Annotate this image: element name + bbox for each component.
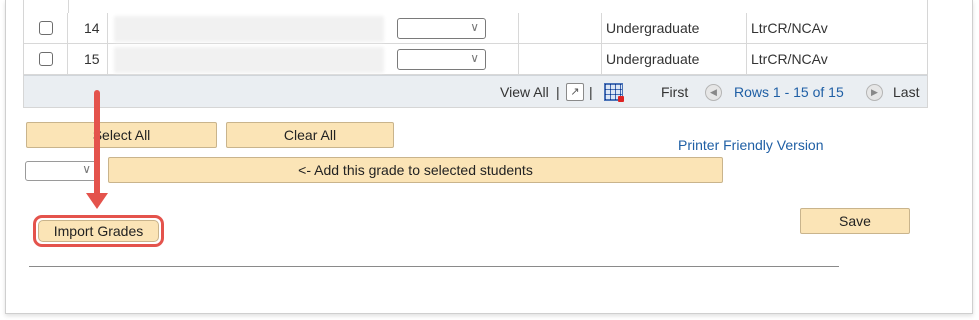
rows-range: Rows 1 - 15 of 15 xyxy=(734,84,844,100)
chevron-down-icon: ∨ xyxy=(470,51,479,65)
grading-basis: LtrCR/NCAv xyxy=(751,20,828,36)
page-frame: 14 ∨ Undergraduate LtrCR/NCAv 15 ∨ Under… xyxy=(5,0,973,314)
table-row: 15 ∨ Undergraduate LtrCR/NCAv xyxy=(24,44,927,75)
chevron-down-icon: ∨ xyxy=(82,162,91,176)
grade-select[interactable]: ∨ xyxy=(397,18,486,39)
separator: | xyxy=(556,84,560,100)
last-page-label: Last xyxy=(893,84,920,100)
row-checkbox[interactable] xyxy=(39,21,53,35)
import-grades-button[interactable]: Import Grades xyxy=(38,220,159,242)
arrow-right-circle-icon[interactable]: ▶ xyxy=(866,84,883,101)
row-number: 14 xyxy=(84,20,100,36)
separator: | xyxy=(589,84,593,100)
chevron-down-icon: ∨ xyxy=(470,20,479,34)
grading-basis: LtrCR/NCAv xyxy=(751,51,828,67)
table-row xyxy=(24,0,927,14)
select-all-button[interactable]: Select All xyxy=(26,122,217,148)
grade-roster-grid: 14 ∨ Undergraduate LtrCR/NCAv 15 ∨ Under… xyxy=(23,0,928,108)
grid-navigation-bar: View All | ↗ | First ◀ Rows 1 - 15 of 15… xyxy=(24,75,927,107)
annotation-arrow-shaft xyxy=(94,90,100,197)
arrow-left-circle-icon[interactable]: ◀ xyxy=(705,84,722,101)
row-checkbox[interactable] xyxy=(39,52,53,66)
zoom-icon[interactable]: ↗ xyxy=(566,83,584,101)
bulk-grade-select[interactable]: ∨ xyxy=(25,161,98,181)
view-all-link[interactable]: View All xyxy=(500,84,549,100)
redacted-student-info xyxy=(114,16,384,42)
save-button[interactable]: Save xyxy=(800,208,910,234)
row-number: 15 xyxy=(84,51,100,67)
annotation-arrow-head xyxy=(86,193,108,209)
import-grades-highlight: Import Grades xyxy=(33,215,164,247)
printer-friendly-link[interactable]: Printer Friendly Version xyxy=(678,137,824,153)
table-row: 14 ∨ Undergraduate LtrCR/NCAv xyxy=(24,13,927,44)
download-grid-icon[interactable] xyxy=(604,83,624,102)
grade-select[interactable]: ∨ xyxy=(397,49,486,70)
first-page-label: First xyxy=(661,84,689,100)
clear-all-button[interactable]: Clear All xyxy=(226,122,394,148)
divider xyxy=(29,266,839,267)
add-grade-button[interactable]: <- Add this grade to selected students xyxy=(108,157,723,183)
redacted-student-info xyxy=(114,47,384,73)
